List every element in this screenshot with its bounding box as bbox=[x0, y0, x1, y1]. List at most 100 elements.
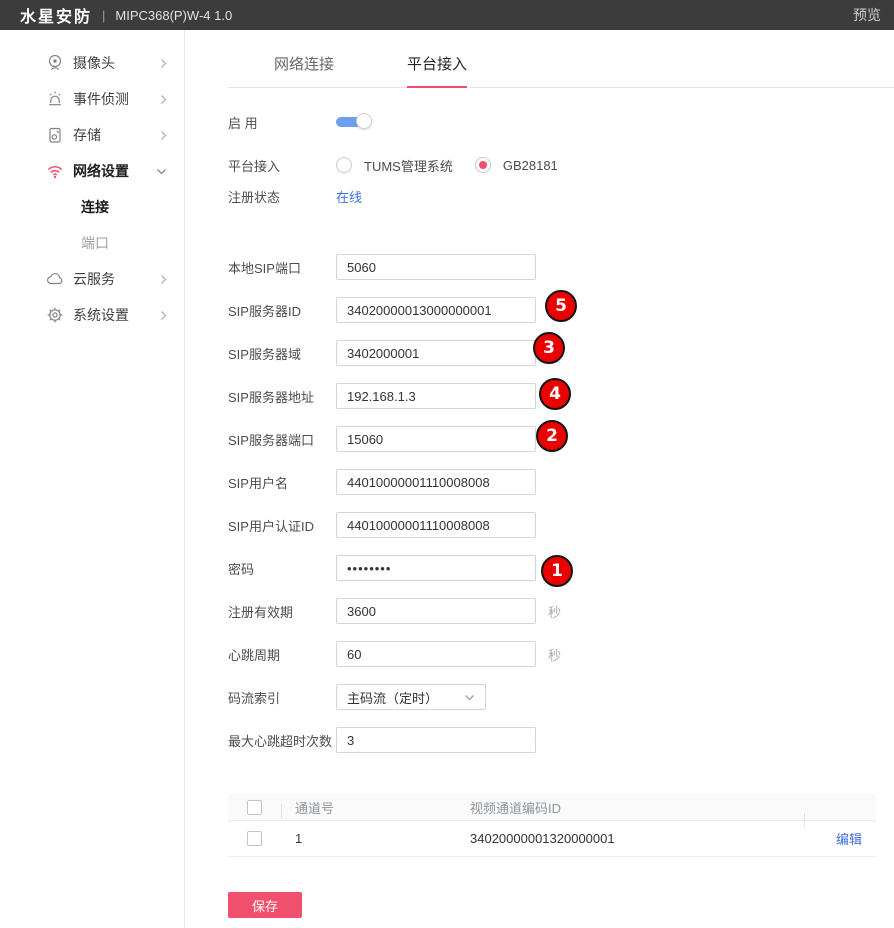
preview-link[interactable]: 预览 bbox=[853, 5, 881, 25]
status-online-link[interactable]: 在线 bbox=[336, 187, 362, 206]
form-row-password: 密码 1 bbox=[228, 555, 788, 581]
channel-table: 通道号 视频通道编码ID 1 34020000001320000001 编辑 bbox=[228, 794, 876, 857]
form-row-sip-username: SIP用户名 bbox=[228, 469, 788, 495]
device-model: MIPC368(P)W-4 1.0 bbox=[115, 8, 232, 23]
sidebar-item-storage[interactable]: 存储 bbox=[0, 117, 184, 153]
content-panel: 网络连接 平台接入 启 用 平台接入 TUMS管理系统 bbox=[185, 30, 894, 928]
sidebar-subitem-port[interactable]: 端口 bbox=[0, 225, 184, 261]
password-input[interactable] bbox=[336, 555, 536, 581]
heartbeat-interval-input[interactable] bbox=[336, 641, 536, 667]
main-layout: 摄像头 事件侦测 bbox=[0, 30, 894, 928]
form-row-local-sip-port: 本地SIP端口 bbox=[228, 254, 788, 280]
form-row-max-heartbeat-timeout: 最大心跳超时次数 bbox=[228, 727, 788, 753]
camera-icon bbox=[45, 53, 65, 73]
sidebar-item-label: 云服务 bbox=[73, 269, 160, 289]
annotation-badge-2: 2 bbox=[536, 420, 568, 452]
sidebar: 摄像头 事件侦测 bbox=[0, 30, 185, 928]
enable-label: 启 用 bbox=[228, 113, 336, 132]
sip-server-id-input[interactable] bbox=[336, 297, 536, 323]
field-label: SIP服务器ID bbox=[228, 301, 336, 320]
sidebar-item-label: 事件侦测 bbox=[73, 89, 160, 109]
sip-auth-id-input[interactable] bbox=[336, 512, 536, 538]
sidebar-item-cloud-service[interactable]: 云服务 bbox=[0, 261, 184, 297]
sip-username-input[interactable] bbox=[336, 469, 536, 495]
form-row-stream-index: 码流索引 主码流（定时） bbox=[228, 684, 788, 710]
radio-icon-unchecked[interactable] bbox=[336, 157, 352, 173]
platform-access-form: 启 用 平台接入 TUMS管理系统 GB28181 bbox=[228, 88, 894, 753]
cell-channel: 1 bbox=[281, 831, 468, 846]
field-label: SIP服务器域 bbox=[228, 344, 336, 363]
brand-logo: 水星安防 bbox=[20, 3, 92, 27]
brand-separator: | bbox=[102, 8, 105, 23]
sidebar-subitem-connection[interactable]: 连接 bbox=[0, 189, 184, 225]
row-checkbox-cell bbox=[228, 831, 281, 846]
save-button[interactable]: 保存 bbox=[228, 892, 302, 918]
stream-index-select[interactable]: 主码流（定时） bbox=[336, 684, 486, 710]
sip-server-port-input[interactable] bbox=[336, 426, 536, 452]
header-channel: 通道号 bbox=[281, 798, 468, 817]
form-row-platform: 平台接入 TUMS管理系统 GB28181 bbox=[228, 152, 788, 178]
edit-link[interactable]: 编辑 bbox=[836, 832, 862, 847]
select-all-checkbox[interactable] bbox=[247, 800, 262, 815]
tab-platform-access[interactable]: 平台接入 bbox=[407, 53, 467, 88]
field-label: 密码 bbox=[228, 559, 336, 578]
field-label: 最大心跳超时次数 bbox=[228, 731, 336, 750]
field-label: 码流索引 bbox=[228, 688, 336, 707]
field-label: 注册有效期 bbox=[228, 602, 336, 621]
chevron-right-icon bbox=[160, 274, 167, 285]
enable-toggle[interactable] bbox=[336, 113, 374, 131]
form-row-sip-auth-id: SIP用户认证ID bbox=[228, 512, 788, 538]
form-row-enable: 启 用 bbox=[228, 109, 788, 135]
unit-seconds-label: 秒 bbox=[548, 645, 561, 664]
brand-wrap: 水星安防 | MIPC368(P)W-4 1.0 bbox=[20, 3, 232, 27]
cell-video-channel-id: 34020000001320000001 bbox=[468, 831, 804, 846]
chevron-right-icon bbox=[160, 130, 167, 141]
header-video-channel-id: 视频通道编码ID bbox=[468, 798, 804, 817]
field-label: SIP用户名 bbox=[228, 473, 336, 492]
radio-icon-checked[interactable] bbox=[475, 157, 491, 173]
form-row-sip-domain: SIP服务器域 3 bbox=[228, 340, 788, 366]
chevron-right-icon bbox=[160, 94, 167, 105]
form-row-status: 注册状态 在线 bbox=[228, 183, 788, 209]
chevron-right-icon bbox=[160, 58, 167, 69]
sidebar-item-label: 网络设置 bbox=[73, 161, 156, 181]
sidebar-item-network-settings[interactable]: 网络设置 bbox=[0, 153, 184, 189]
radio-option-tums[interactable]: TUMS管理系统 bbox=[336, 156, 453, 175]
status-label: 注册状态 bbox=[228, 187, 336, 206]
toggle-knob bbox=[356, 113, 372, 129]
field-label: 本地SIP端口 bbox=[228, 258, 336, 277]
sip-domain-input[interactable] bbox=[336, 340, 536, 366]
annotation-badge-1: 1 bbox=[541, 555, 573, 587]
form-row-sip-server-id: SIP服务器ID 5 bbox=[228, 297, 788, 323]
tab-network-connection[interactable]: 网络连接 bbox=[274, 53, 334, 88]
sidebar-item-label: 系统设置 bbox=[73, 305, 160, 325]
sidebar-item-system-settings[interactable]: 系统设置 bbox=[0, 297, 184, 333]
header-checkbox-cell bbox=[228, 800, 281, 815]
sip-server-address-input[interactable] bbox=[336, 383, 536, 409]
tab-bar: 网络连接 平台接入 bbox=[228, 30, 894, 88]
sidebar-item-label: 摄像头 bbox=[73, 53, 160, 73]
form-row-register-expiry: 注册有效期 秒 bbox=[228, 598, 788, 624]
table-row: 1 34020000001320000001 编辑 bbox=[228, 821, 876, 857]
row-checkbox[interactable] bbox=[247, 831, 262, 846]
form-row-heartbeat-interval: 心跳周期 秒 bbox=[228, 641, 788, 667]
max-heartbeat-timeout-input[interactable] bbox=[336, 727, 536, 753]
field-label: SIP服务器地址 bbox=[228, 387, 336, 406]
field-label: SIP服务器端口 bbox=[228, 430, 336, 449]
sidebar-item-label: 存储 bbox=[73, 125, 160, 145]
sidebar-item-camera[interactable]: 摄像头 bbox=[0, 45, 184, 81]
gear-icon bbox=[45, 305, 65, 325]
radio-label: GB28181 bbox=[503, 158, 558, 173]
cloud-icon bbox=[45, 269, 65, 289]
register-expiry-input[interactable] bbox=[336, 598, 536, 624]
chevron-down-icon bbox=[464, 694, 475, 701]
cell-action: 编辑 bbox=[804, 829, 876, 848]
field-label: 心跳周期 bbox=[228, 645, 336, 664]
radio-option-gb28181[interactable]: GB28181 bbox=[475, 157, 558, 173]
annotation-badge-5: 5 bbox=[545, 290, 577, 322]
sidebar-item-event-detection[interactable]: 事件侦测 bbox=[0, 81, 184, 117]
alarm-icon bbox=[45, 89, 65, 109]
annotation-badge-4: 4 bbox=[539, 378, 571, 410]
local-sip-port-input[interactable] bbox=[336, 254, 536, 280]
radio-label: TUMS管理系统 bbox=[364, 156, 453, 175]
